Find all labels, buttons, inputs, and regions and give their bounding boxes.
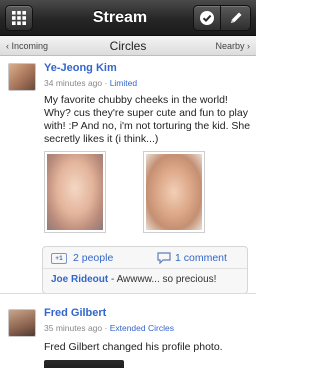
avatar[interactable] [8,309,36,337]
post-time: 34 minutes ago [44,78,103,88]
latest-comment[interactable]: Joe Rideout - Awwww... so precious! [51,274,216,285]
post-meta: 34 minutes ago · Limited [44,78,137,88]
post-divider [0,293,256,294]
post-text: Fred Gilbert changed his profile photo. [44,341,223,353]
stream-switcher: ‹ Incoming Circles Nearby › [0,36,256,56]
post-meta: 35 minutes ago · Extended Circles [44,323,174,333]
post-visibility[interactable]: Extended Circles [110,323,174,333]
engagement-box: +1 2 people 1 comment Joe Rideout - Awww… [42,246,248,294]
checkin-button[interactable] [193,5,221,31]
grid-icon [12,11,26,25]
engagement-row: +1 2 people 1 comment [43,247,247,269]
plus-count[interactable]: 2 people [73,252,113,264]
meta-separator: · [102,323,110,333]
current-stream-label: Circles [109,39,147,53]
check-icon [200,11,214,25]
top-bar: Stream [0,0,256,36]
profile-photo-thumbnail[interactable] [44,360,124,368]
avatar[interactable] [8,63,36,91]
meta-separator: · [102,78,110,88]
comment-text: - Awwww... so precious! [108,274,217,285]
page-title: Stream [92,9,148,26]
nearby-link[interactable]: Nearby › [215,36,250,56]
post-photo[interactable] [144,152,204,232]
compose-button[interactable] [221,5,251,31]
post-time: 35 minutes ago [44,323,103,333]
post-author[interactable]: Ye-Jeong Kim [44,62,117,74]
comment-count[interactable]: 1 comment [175,252,227,264]
incoming-link[interactable]: ‹ Incoming [6,36,48,56]
post-visibility[interactable]: Limited [110,78,137,88]
post-text: My favorite chubby cheeks in the world! … [44,94,251,145]
apps-grid-button[interactable] [5,5,33,31]
comment-author[interactable]: Joe Rideout [51,274,108,285]
comment-icon [157,252,171,264]
post-author[interactable]: Fred Gilbert [44,307,106,319]
plus-one-icon[interactable]: +1 [51,253,67,264]
pencil-icon [230,12,241,23]
post-photo[interactable] [45,152,105,232]
